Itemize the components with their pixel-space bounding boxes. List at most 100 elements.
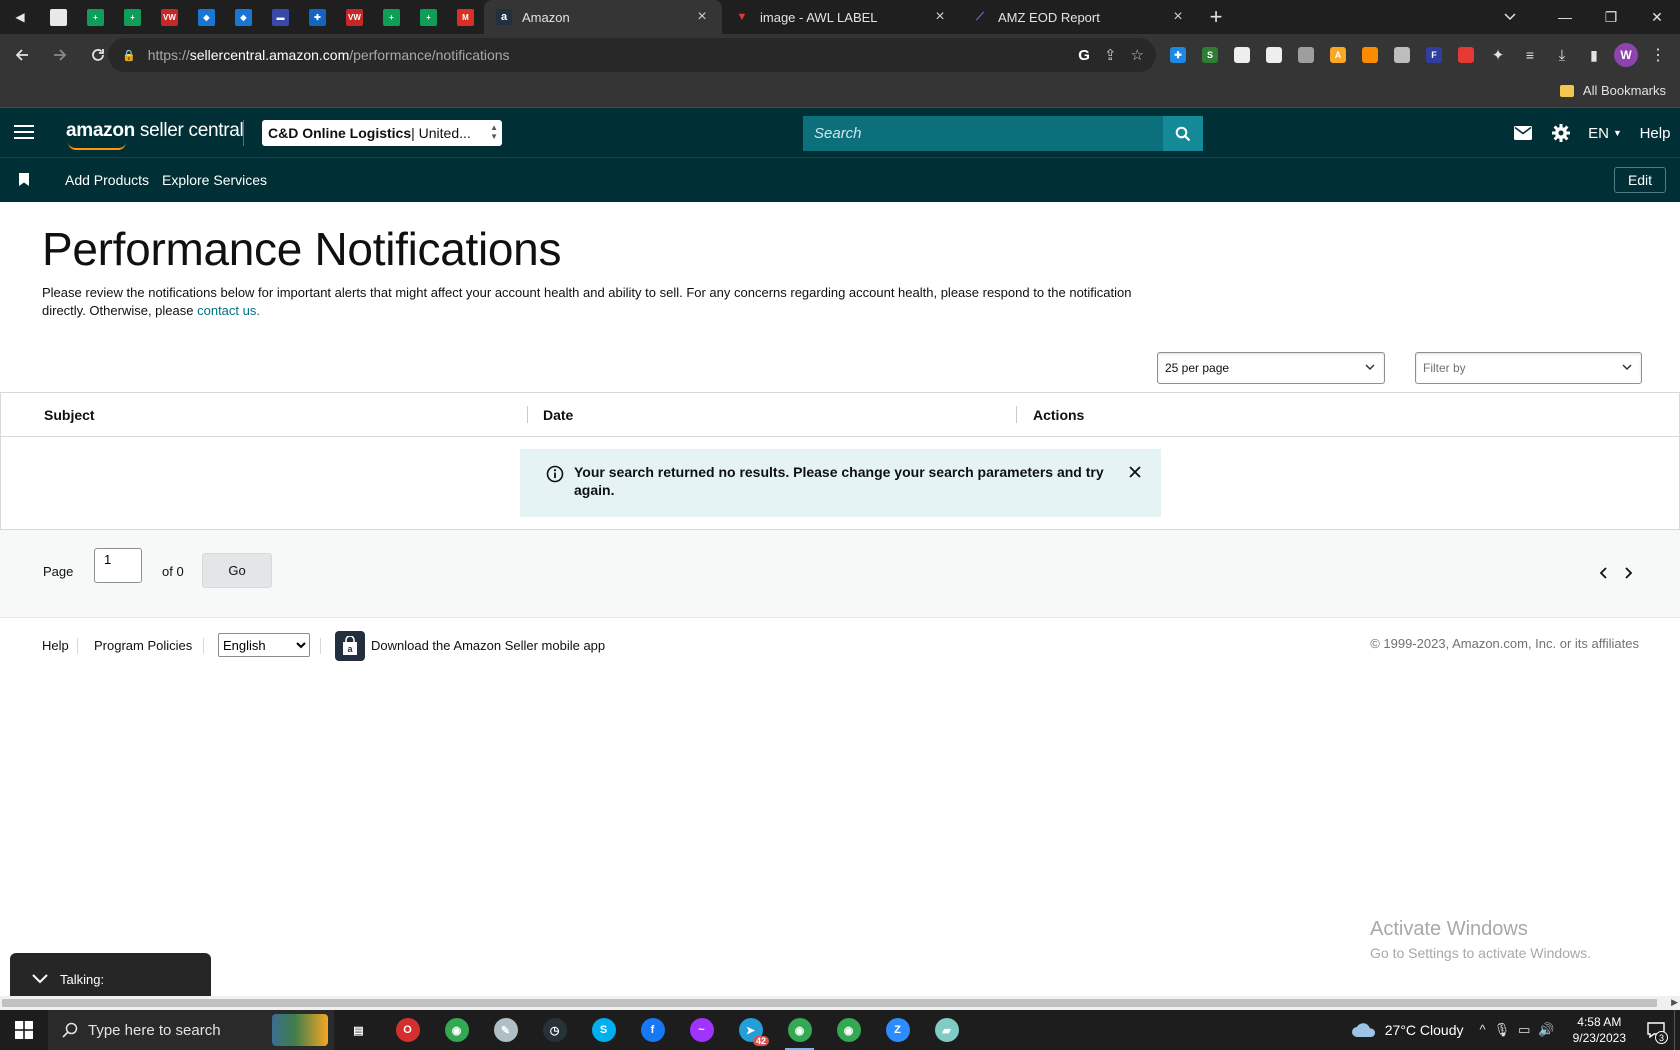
- chrome-icon[interactable]: ◉: [432, 1010, 481, 1050]
- horizontal-scrollbar[interactable]: ▶: [0, 996, 1680, 1010]
- forward-button[interactable]: [44, 39, 76, 71]
- pinned-tab[interactable]: ◆: [225, 0, 262, 34]
- show-desktop-button[interactable]: [1674, 1010, 1680, 1050]
- opera-icon[interactable]: O: [383, 1010, 432, 1050]
- ext-blue-icon[interactable]: ✚: [1162, 39, 1194, 71]
- ext-f-icon[interactable]: F: [1418, 39, 1450, 71]
- minimize-button[interactable]: —: [1542, 0, 1588, 34]
- pinned-tab[interactable]: ◆: [188, 0, 225, 34]
- footer-language-select[interactable]: English: [218, 633, 310, 657]
- skype-icon[interactable]: S: [579, 1010, 628, 1050]
- downloads-icon[interactable]: ⤓: [1546, 39, 1578, 71]
- pinned-tab[interactable]: ▬: [262, 0, 299, 34]
- taskbar-search-box[interactable]: Type here to search: [48, 1010, 334, 1050]
- mail-icon[interactable]: [1504, 108, 1542, 158]
- close-window-button[interactable]: ✕: [1634, 0, 1680, 34]
- new-tab-button[interactable]: +: [1198, 4, 1234, 30]
- filter-by-dropdown[interactable]: Filter by: [1415, 352, 1642, 384]
- go-button[interactable]: Go: [202, 553, 272, 588]
- restore-button[interactable]: ❐: [1588, 0, 1634, 34]
- ext-orange-icon[interactable]: [1354, 39, 1386, 71]
- ext-off-icon[interactable]: [1290, 39, 1322, 71]
- pinned-tab[interactable]: +: [373, 0, 410, 34]
- facebook-icon[interactable]: f: [628, 1010, 677, 1050]
- header-search-input[interactable]: [803, 116, 1163, 151]
- all-bookmarks-button[interactable]: All Bookmarks: [1559, 83, 1666, 98]
- browser-tab[interactable]: a Amazon ×: [484, 0, 722, 34]
- page-number-input[interactable]: [94, 548, 142, 583]
- explore-services-link[interactable]: Explore Services: [162, 172, 267, 188]
- media-back-icon[interactable]: ◀: [0, 0, 40, 34]
- ext-pokeball-icon[interactable]: [1450, 39, 1482, 71]
- column-date[interactable]: Date: [543, 407, 573, 423]
- browser-tab[interactable]: ▼ image - AWL LABEL ×: [722, 0, 960, 34]
- zoom-icon[interactable]: Z: [873, 1010, 922, 1050]
- profile-avatar[interactable]: W: [1610, 39, 1642, 71]
- pinned-tab[interactable]: +: [410, 0, 447, 34]
- side-panel-icon[interactable]: ▮: [1578, 39, 1610, 71]
- bookmark-icon[interactable]: [19, 173, 29, 186]
- language-selector[interactable]: EN ▼: [1580, 108, 1630, 158]
- chrome-w-icon[interactable]: ◉: [775, 1010, 824, 1050]
- footer-help-link[interactable]: Help: [42, 638, 69, 653]
- pinned-tab[interactable]: M: [447, 0, 484, 34]
- search-highlight-icon[interactable]: [272, 1014, 328, 1046]
- telegram-icon[interactable]: ➤ 42: [726, 1010, 775, 1050]
- weather-widget[interactable]: 27°C Cloudy: [1351, 1022, 1464, 1038]
- google-lens-icon[interactable]: G: [1078, 47, 1090, 64]
- close-tab-icon[interactable]: ×: [932, 8, 948, 26]
- notes-icon[interactable]: ▰: [922, 1010, 971, 1050]
- search-button[interactable]: [1163, 116, 1203, 151]
- previous-page-icon[interactable]: [1599, 566, 1609, 580]
- ext-s-icon[interactable]: S: [1194, 39, 1226, 71]
- messenger-icon[interactable]: ~: [677, 1010, 726, 1050]
- seller-app-icon[interactable]: a: [335, 631, 365, 661]
- ext-qr-icon[interactable]: [1386, 39, 1418, 71]
- chrome-va-icon[interactable]: ◉: [824, 1010, 873, 1050]
- scroll-right-icon[interactable]: ▶: [1671, 997, 1678, 1008]
- hamburger-menu-icon[interactable]: [14, 121, 34, 143]
- extensions-puzzle-icon[interactable]: ✦: [1482, 39, 1514, 71]
- settings-gear-icon[interactable]: [1542, 108, 1580, 158]
- tab-search-icon[interactable]: [1490, 0, 1530, 34]
- pinned-tab[interactable]: VW: [336, 0, 373, 34]
- chevron-up-icon[interactable]: ^: [1480, 1022, 1486, 1038]
- pinned-tab[interactable]: +: [114, 0, 151, 34]
- browser-tab[interactable]: ⟋ AMZ EOD Report ×: [960, 0, 1198, 34]
- account-selector[interactable]: C&D Online Logistics | United... ▲ ▼: [262, 120, 502, 146]
- scrollbar-thumb[interactable]: [2, 999, 1657, 1007]
- microphone-icon[interactable]: 🎙: [1494, 1022, 1511, 1038]
- pinned-tab[interactable]: VW: [151, 0, 188, 34]
- pinned-tab[interactable]: [40, 0, 77, 34]
- next-page-icon[interactable]: [1623, 566, 1633, 580]
- ext-a-icon[interactable]: A: [1322, 39, 1354, 71]
- per-page-dropdown[interactable]: 25 per page: [1157, 352, 1385, 384]
- close-tab-icon[interactable]: ×: [1170, 8, 1186, 26]
- browser-menu-icon[interactable]: ⋮: [1642, 39, 1674, 71]
- back-button[interactable]: [6, 39, 38, 71]
- contact-us-link[interactable]: contact us.: [197, 303, 260, 318]
- clock-app-icon[interactable]: ◷: [530, 1010, 579, 1050]
- pinned-tab[interactable]: ✚: [299, 0, 336, 34]
- pinned-tab[interactable]: +: [77, 0, 114, 34]
- ext-signature-icon[interactable]: [1258, 39, 1290, 71]
- bookmark-star-icon[interactable]: ☆: [1131, 46, 1144, 64]
- column-actions[interactable]: Actions: [1033, 407, 1084, 423]
- system-clock[interactable]: 4:58 AM 9/23/2023: [1573, 1014, 1626, 1046]
- network-icon[interactable]: ▭: [1518, 1022, 1530, 1038]
- column-subject[interactable]: Subject: [44, 407, 95, 423]
- windows-start-icon[interactable]: [0, 1010, 48, 1050]
- task-view-icon[interactable]: ▤: [334, 1010, 383, 1050]
- paint-icon[interactable]: ✎: [481, 1010, 530, 1050]
- reading-list-icon[interactable]: ≡: [1514, 39, 1546, 71]
- address-bar[interactable]: 🔒 https://sellercentral.amazon.com/perfo…: [108, 38, 1156, 72]
- add-products-link[interactable]: Add Products: [65, 172, 149, 188]
- close-icon[interactable]: [1128, 465, 1142, 479]
- edit-button[interactable]: Edit: [1614, 167, 1666, 193]
- close-tab-icon[interactable]: ×: [694, 8, 710, 26]
- share-icon[interactable]: ⇪: [1104, 46, 1117, 64]
- lock-icon[interactable]: 🔒: [122, 49, 136, 62]
- program-policies-link[interactable]: Program Policies: [94, 638, 192, 653]
- ext-doc-icon[interactable]: [1226, 39, 1258, 71]
- seller-central-logo[interactable]: amazon seller central: [66, 120, 244, 150]
